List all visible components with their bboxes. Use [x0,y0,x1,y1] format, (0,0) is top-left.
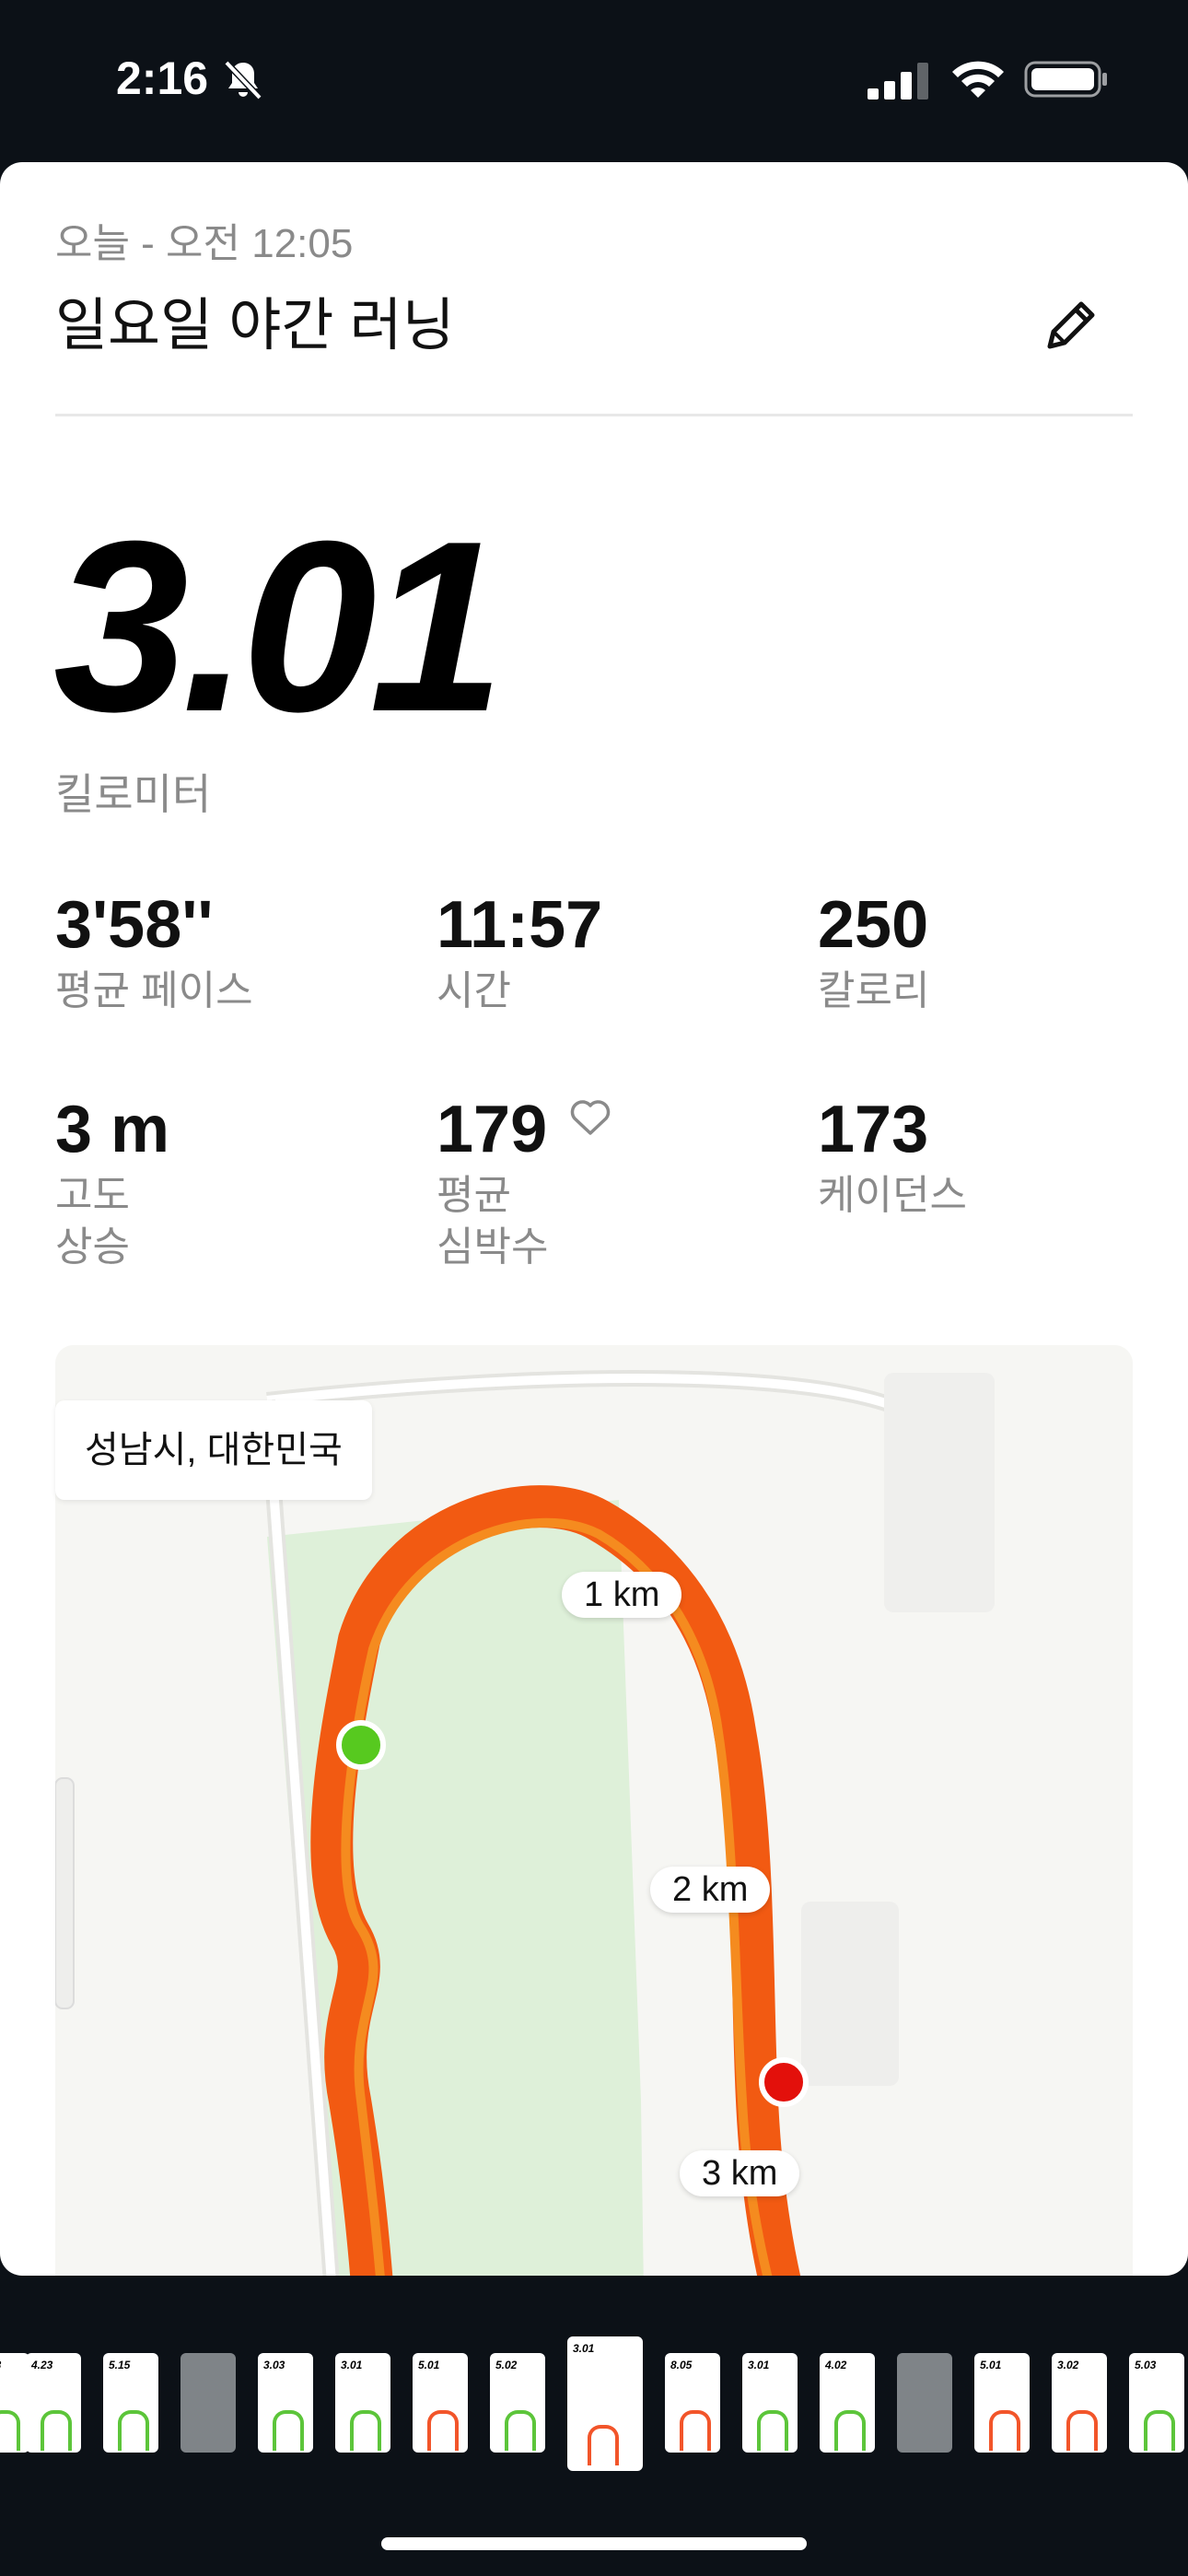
screenshot-filmstrip[interactable]: 4.23 4.23 5.15 3.03 3.01 5.01 5.02 3.01 … [0,2322,1188,2471]
distance-value: 3.01 [53,490,505,762]
thumbnail-label: 3.03 [263,2359,285,2371]
thumbnail-label: 5.02 [495,2359,518,2371]
thumbnail-label: 5.01 [980,2359,1002,2371]
thumbnail[interactable]: 5.01 [974,2353,1030,2453]
thumbnail[interactable]: 3.03 [258,2353,313,2453]
elevation-label-2: 상승 [55,1224,130,1270]
thumbnail-label: 3.01 [341,2359,363,2371]
home-indicator[interactable] [381,2537,807,2550]
elevation-label-1: 고도 [55,1173,130,1218]
duration-label: 시간 [437,968,511,1013]
activity-title: 일요일 야간 러닝 [55,294,455,357]
avg-pace-value: 3'58'' [55,888,214,962]
thumbnail-label: 3.01 [748,2359,770,2371]
thumbnail[interactable]: 5.02 [490,2353,545,2453]
thumbnail[interactable]: 5.01 [413,2353,468,2453]
heart-rate-value: 179 [437,1093,548,1166]
cadence-label: 케이던스 [818,1173,967,1218]
thumbnail-photo[interactable] [897,2353,952,2453]
thumbnail-label: 5.03 [1135,2359,1157,2371]
thumbnail-label: 4.02 [825,2359,847,2371]
pencil-icon[interactable] [1039,291,1105,357]
heart-icon [570,1100,611,1135]
start-marker [336,1720,386,1770]
thumbnail[interactable]: 3.01 [742,2353,798,2453]
heart-rate-label-1: 평균 [437,1173,511,1218]
map-location-label: 성남시, 대한민국 [55,1400,372,1500]
thumbnail[interactable]: 5.15 [103,2353,158,2453]
heart-rate-label-2: 심박수 [437,1224,549,1270]
thumbnail[interactable]: 3.01 [335,2353,390,2453]
thumbnail[interactable]: 5.03 [1129,2353,1184,2453]
thumbnail-photo[interactable] [181,2353,236,2453]
thumbnail-label: 8.05 [670,2359,693,2371]
duration-value: 11:57 [437,888,603,962]
km-marker-2: 2 km [650,1867,771,1913]
thumbnail-label: 3.02 [1057,2359,1079,2371]
km-marker-3: 3 km [680,2150,800,2196]
thumbnail-selected[interactable]: 3.01 [567,2336,643,2471]
signal-icon [868,63,928,100]
cadence-value: 173 [818,1093,929,1166]
bell-slash-icon [224,60,262,100]
elevation-value: 3 m [55,1093,170,1166]
status-time: 2:16 [116,53,209,104]
calories-label: 칼로리 [818,968,930,1013]
thumbnail-label: 5.01 [418,2359,440,2371]
thumbnail-label: 4.23 [31,2359,53,2371]
battery-icon [1024,61,1107,98]
thumbnail-label: 3.01 [573,2342,595,2355]
avg-pace-label: 평균 페이스 [55,968,253,1013]
status-bar: 2:16 [0,0,1188,162]
calories-value: 250 [818,888,929,962]
distance-unit: 킬로미터 [55,770,212,818]
activity-date: 오늘 - 오전 12:05 [55,221,354,266]
thumbnail[interactable]: 4.02 [820,2353,875,2453]
end-marker [759,2057,809,2107]
thumbnail-label: 4.23 [0,2359,1,2371]
thumbnail-label: 5.15 [109,2359,131,2371]
thumbnail[interactable]: 8.05 [665,2353,720,2453]
activity-card: 오늘 - 오전 12:05 일요일 야간 러닝 3.01 킬로미터 3'58''… [0,162,1188,2276]
wifi-icon [952,61,1004,98]
thumbnail[interactable]: 4.23 [26,2353,81,2453]
km-marker-1: 1 km [562,1572,682,1618]
thumbnail[interactable]: 3.02 [1052,2353,1107,2453]
divider [55,414,1133,416]
